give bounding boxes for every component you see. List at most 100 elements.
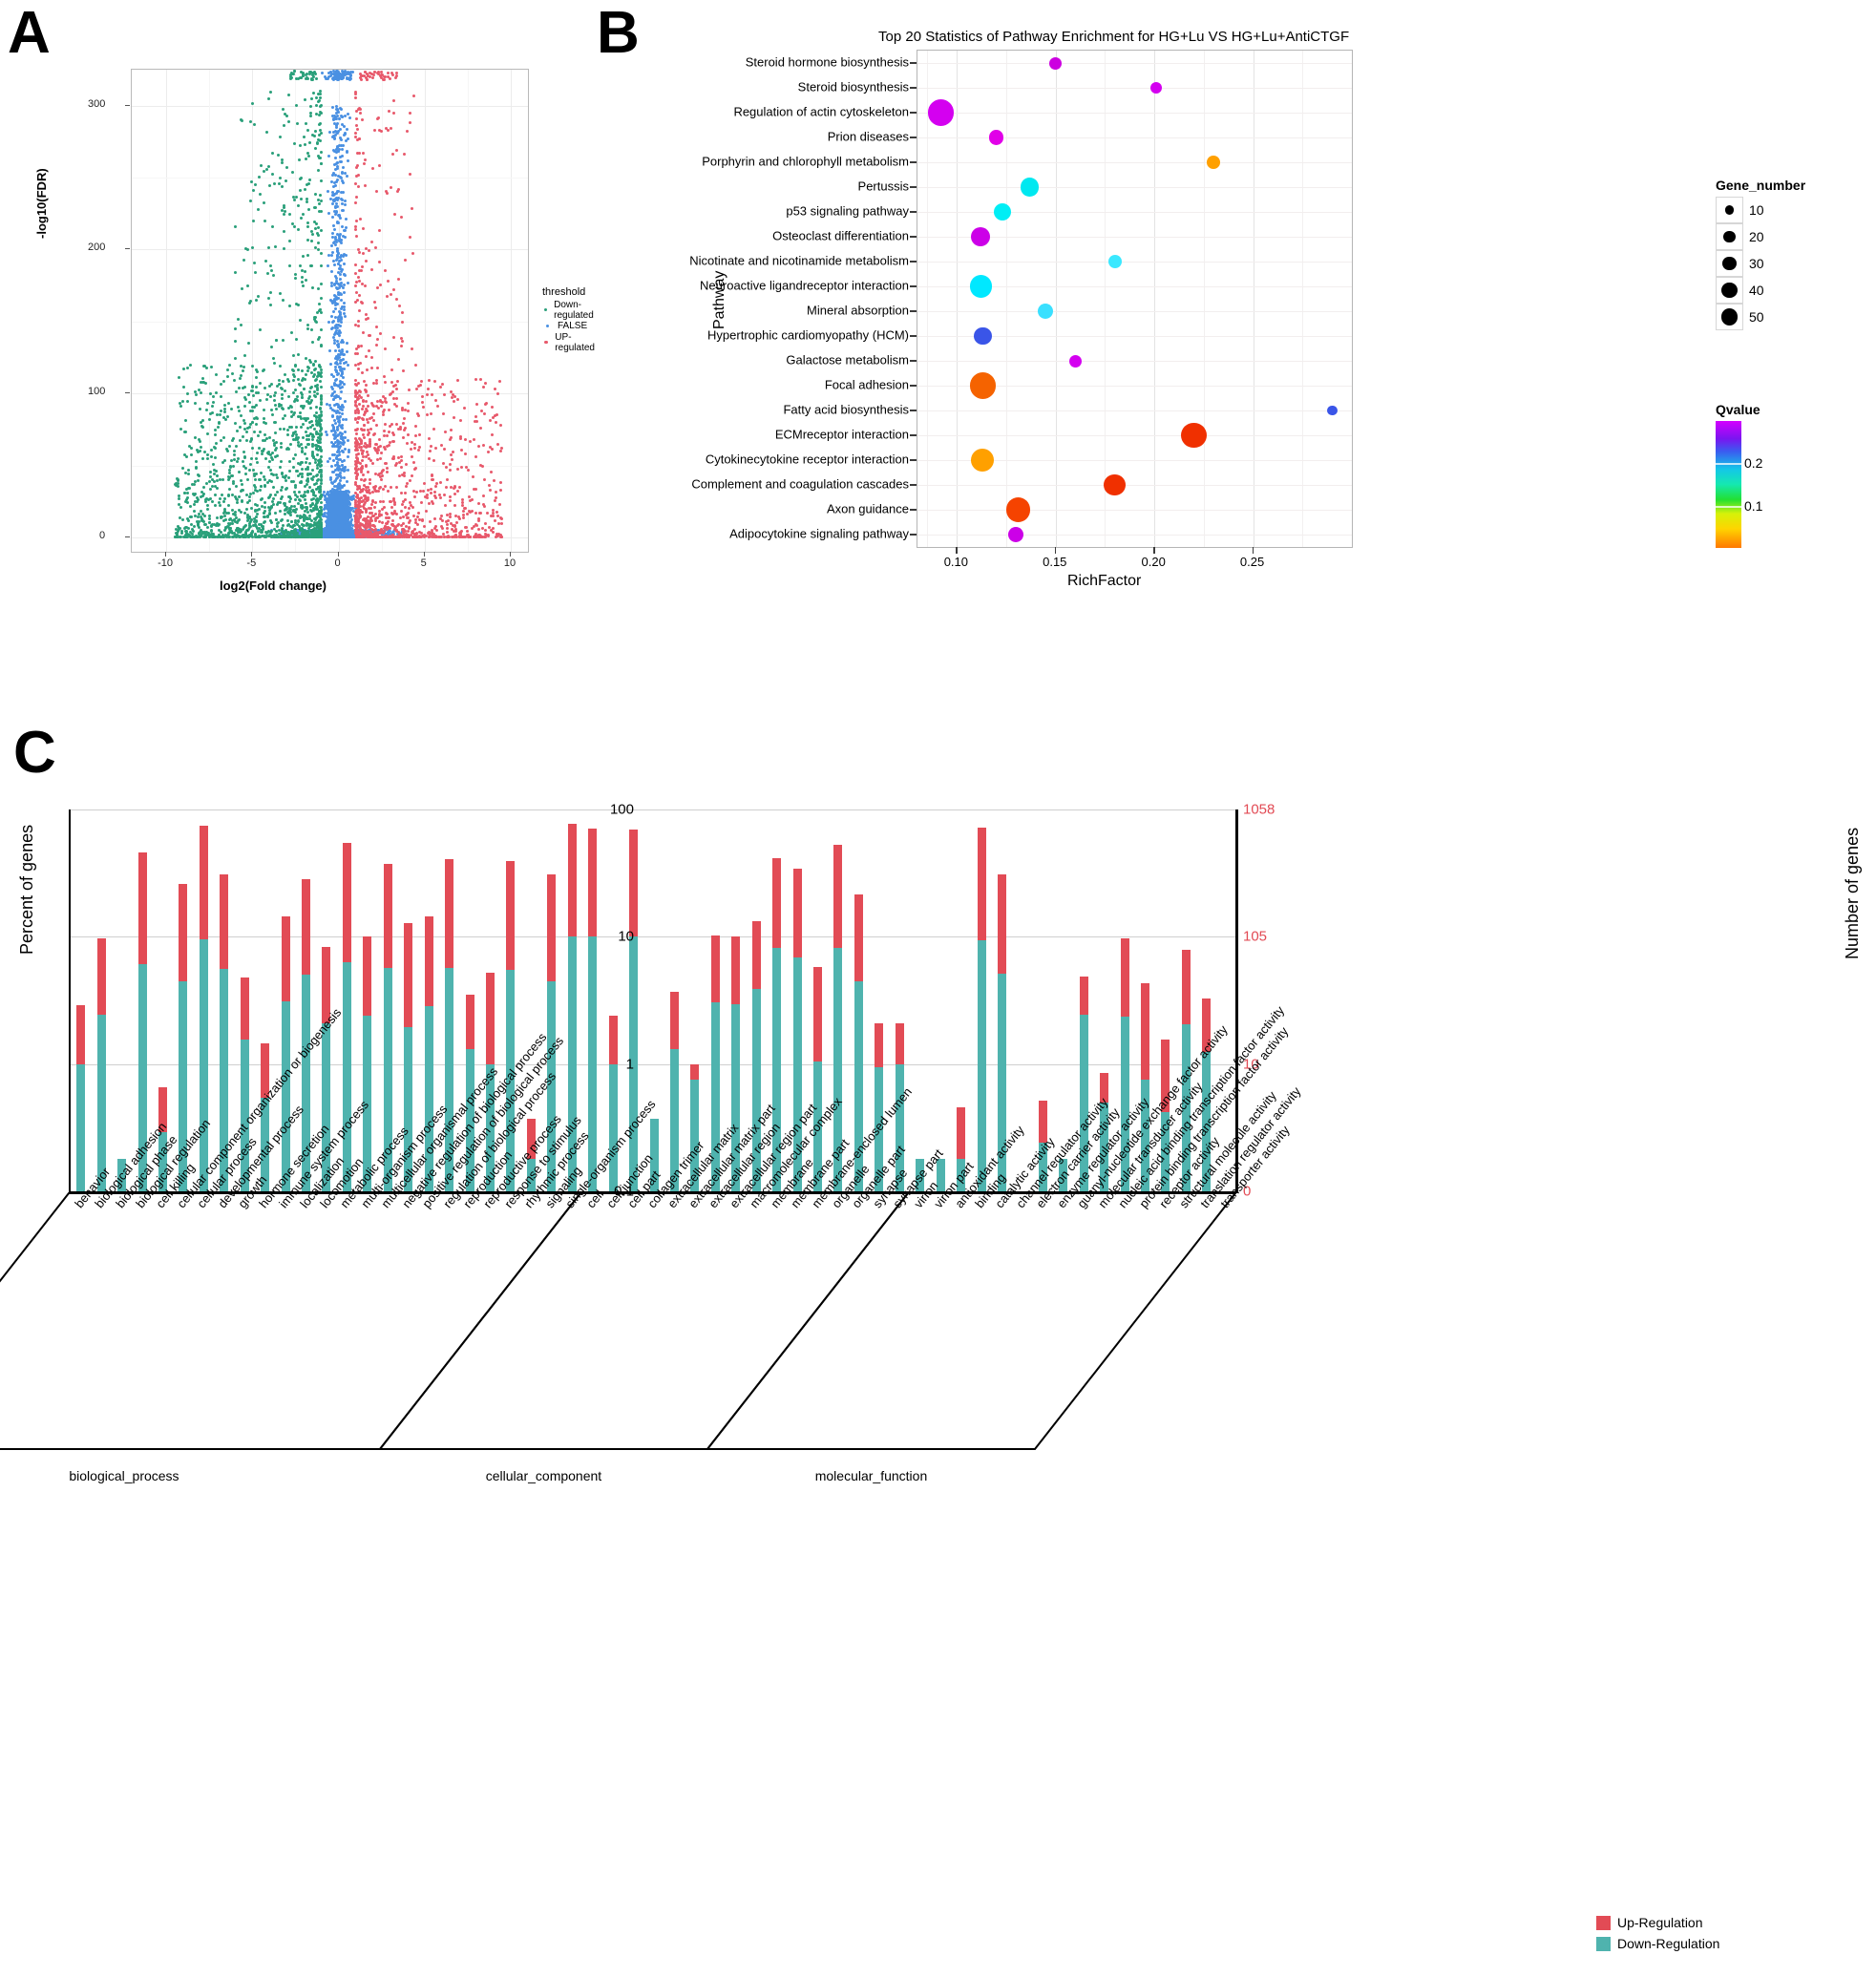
volcano-point [301,504,304,507]
volcano-point [259,431,262,433]
volcano-point [315,411,318,414]
volcano-point [201,377,204,380]
volcano-point [196,500,199,503]
volcano-point [220,383,222,386]
volcano-point [330,244,333,247]
volcano-point [330,430,333,432]
volcano-point [230,408,233,410]
volcano-point [295,426,298,429]
volcano-point [330,315,333,318]
volcano-point [263,501,266,504]
volcano-point [338,286,341,289]
volcano-point [187,519,190,522]
volcano-point [210,455,213,458]
volcano-point [242,451,245,453]
volcano-point [210,529,213,532]
volcano-point [316,479,319,482]
volcano-point [334,304,337,306]
volcano-point [340,270,343,273]
volcano-point [203,523,206,526]
volcano-point [308,421,311,424]
volcano-point [328,520,331,523]
volcano-point [338,284,341,286]
volcano-point [342,376,345,379]
volcano-point [277,501,280,504]
volcano-point [214,433,217,436]
volcano-point [338,117,341,120]
volcano-point [341,225,344,228]
volcano-point [327,264,329,267]
volcano-point [343,305,346,308]
volcano-point [279,510,282,513]
volcano-point [334,325,337,327]
volcano-point [279,466,282,469]
volcano-point [200,491,203,494]
volcano-point [345,218,348,221]
volcano-point [241,500,243,503]
volcano-point [331,445,334,448]
volcano-point [389,530,391,533]
volcano-point [343,476,346,479]
volcano-point [335,298,338,301]
volcano-point [221,515,223,518]
volcano-point [220,410,222,412]
volcano-point [330,465,333,468]
volcano-point [331,471,334,473]
volcano-point [193,510,196,513]
volcano-point [347,364,349,367]
volcano-point [205,367,208,369]
volcano-point [345,418,348,421]
volcano-point [227,402,230,405]
volcano-point [333,263,336,266]
volcano-point [228,445,231,448]
volcano-point [243,405,246,408]
volcano-point [334,213,337,216]
volcano-point [336,530,339,533]
volcano-point [181,518,184,521]
volcano-point [205,482,208,485]
volcano-point [336,340,339,343]
volcano-point [339,468,342,471]
volcano-point [327,321,330,324]
volcano-point [235,445,238,448]
volcano-point [308,462,311,465]
volcano-point [242,460,244,463]
volcano-gridline [252,70,253,552]
volcano-point [320,386,323,389]
volcano-point [328,404,331,407]
volcano-point [300,426,303,429]
volcano-point [343,492,346,494]
volcano-point [210,449,213,452]
volcano-point [344,515,347,517]
volcano-point [206,457,209,460]
volcano-gridline [166,70,167,552]
volcano-point [202,486,205,489]
volcano-point [341,460,344,463]
volcano-point [343,125,346,128]
volcano-point [273,399,276,402]
volcano-point [286,433,289,436]
volcano-point [323,513,326,515]
volcano-point [331,415,334,418]
volcano-point [233,450,236,452]
volcano-point [341,148,344,151]
volcano-gridline-minor [468,70,469,552]
volcano-point [339,313,342,316]
volcano-point [343,263,346,265]
volcano-point [301,475,304,478]
volcano-point [337,252,340,255]
volcano-point [346,502,348,505]
volcano-point [328,131,331,134]
volcano-point [342,209,345,212]
volcano-point [344,229,347,232]
volcano-point [333,284,336,286]
volcano-point [329,363,332,366]
volcano-point [273,394,276,397]
volcano-point [263,433,266,436]
volcano-point [294,494,297,496]
volcano-point [338,366,341,368]
volcano-point [270,480,273,483]
volcano-point [344,200,347,202]
volcano-point [297,378,300,381]
volcano-point [298,491,301,494]
